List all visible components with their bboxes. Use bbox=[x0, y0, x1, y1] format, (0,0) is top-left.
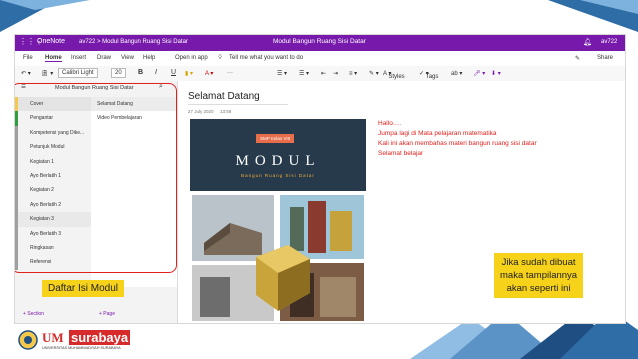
tags-dropdown[interactable]: ✓ Tags ▾ bbox=[419, 70, 438, 80]
app-name[interactable]: OneNote bbox=[37, 38, 65, 45]
university-name: UNIVERSITAS MUHAMMADIYAH SURABAYA bbox=[42, 346, 121, 350]
title-bar: ⋮⋮⋮ OneNote av722 > Modul Bangun Ruang S… bbox=[15, 35, 625, 51]
brand-name: surabaya bbox=[69, 330, 131, 345]
outdent-icon[interactable]: ⇤ bbox=[321, 70, 326, 77]
tab-help[interactable]: Help bbox=[143, 55, 155, 61]
tab-view[interactable]: View bbox=[121, 55, 134, 61]
dictate-icon[interactable]: 🎤︎ ▾ bbox=[473, 70, 485, 77]
emblem-icon bbox=[18, 330, 38, 350]
tab-home[interactable]: Home bbox=[45, 55, 62, 62]
page-date: 27 July 2020 bbox=[188, 109, 214, 114]
greeting-line-3: Kali ini akan membahas materi bangun rua… bbox=[378, 140, 537, 147]
highlight-icon[interactable]: ▮ ▾ bbox=[185, 70, 193, 77]
font-color-icon[interactable]: A ▾ bbox=[205, 70, 213, 77]
indent-icon[interactable]: ⇥ bbox=[333, 70, 338, 77]
page-title[interactable]: Selamat Datang bbox=[188, 91, 288, 105]
page-time: 13:58 bbox=[220, 109, 232, 114]
edit-icon[interactable]: ✎ bbox=[575, 55, 580, 62]
module-cover-image: SMP Kelas VIII MODUL Bangun Ruang Sisi D… bbox=[190, 119, 366, 323]
styles-label: Styles bbox=[388, 74, 405, 80]
ribbon-tabs: File Home Insert Draw View Help Open in … bbox=[15, 51, 625, 66]
lightbulb-icon: 💡︎ bbox=[218, 55, 223, 61]
architecture-photos bbox=[192, 195, 364, 321]
notification-bell-icon[interactable]: 🔔︎ bbox=[583, 38, 592, 46]
callout-right: Jika sudah dibuat maka tampilannya akan … bbox=[494, 253, 584, 298]
more-icon[interactable]: ··· bbox=[227, 70, 233, 76]
greeting-line-1: Hallo…. bbox=[378, 120, 402, 127]
format-icon[interactable]: ✎ ▾ bbox=[369, 70, 379, 77]
numbering-icon[interactable]: ☰ ▾ bbox=[299, 70, 309, 77]
toc-highlight-outline bbox=[15, 83, 177, 273]
tab-file[interactable]: File bbox=[23, 55, 33, 61]
tab-insert[interactable]: Insert bbox=[71, 55, 86, 61]
open-in-app-button[interactable]: Open in app bbox=[175, 55, 208, 61]
cover-header-banner: SMP Kelas VIII MODUL Bangun Ruang Sisi D… bbox=[190, 119, 366, 191]
clipboard-icon[interactable]: 📋︎ ▾ bbox=[41, 70, 53, 77]
cover-title: MODUL bbox=[235, 153, 321, 169]
tell-me-input[interactable]: Tell me what you want to do bbox=[229, 55, 303, 61]
breadcrumb[interactable]: av722 > Modul Bangun Ruang Sisi Datar bbox=[79, 39, 188, 45]
align-icon[interactable]: ≡ ▾ bbox=[349, 70, 357, 77]
callout-right-line-1: Jika sudah dibuat bbox=[501, 257, 576, 268]
italic-button[interactable]: I bbox=[155, 69, 157, 76]
greeting-text-block[interactable]: Hallo…. Jumpa lagi di Mata pelajaran mat… bbox=[378, 119, 537, 159]
ribbon-toolbar: ↶ ▾ 📋︎ ▾ Calibri Light 20 B I U ▮ ▾ A ▾ … bbox=[15, 66, 625, 82]
brand-um: UM bbox=[42, 330, 64, 345]
cover-subtitle: Bangun Ruang Sisi Datar bbox=[241, 173, 315, 178]
add-page-button[interactable]: + Page bbox=[99, 311, 115, 317]
callout-right-line-2: maka tampilannya bbox=[500, 270, 578, 281]
font-size-select[interactable]: 20 bbox=[111, 68, 126, 78]
tags-label: Tags bbox=[425, 74, 439, 80]
cover-badge: SMP Kelas VIII bbox=[256, 134, 295, 143]
immersive-reader-icon[interactable]: ⬇ ▾ bbox=[491, 70, 501, 77]
bullets-icon[interactable]: ☰ ▾ bbox=[277, 70, 287, 77]
callout-left: Daftar Isi Modul bbox=[42, 280, 125, 297]
bold-button[interactable]: B bbox=[138, 69, 143, 76]
university-logo: UM surabaya UNIVERSITAS MUHAMMADIYAH SUR… bbox=[18, 330, 158, 352]
greeting-line-4: Selamat belajar bbox=[378, 150, 424, 157]
share-button[interactable]: Share bbox=[597, 55, 613, 61]
undo-icon[interactable]: ↶ ▾ bbox=[21, 70, 31, 77]
add-section-button[interactable]: + Section bbox=[23, 311, 44, 317]
underline-button[interactable]: U bbox=[171, 69, 176, 76]
font-name-select[interactable]: Calibri Light bbox=[58, 68, 98, 78]
window-title: Modul Bangun Ruang Sisi Datar bbox=[273, 38, 366, 45]
spelling-icon[interactable]: ab ▾ bbox=[451, 70, 462, 77]
callout-right-line-3: akan seperti ini bbox=[506, 283, 571, 294]
user-name[interactable]: av722 bbox=[601, 39, 617, 45]
styles-dropdown[interactable]: A Styles ▾ bbox=[383, 70, 405, 80]
tab-draw[interactable]: Draw bbox=[97, 55, 111, 61]
greeting-line-2: Jumpa lagi di Mata pelajaran matematika bbox=[378, 130, 497, 137]
